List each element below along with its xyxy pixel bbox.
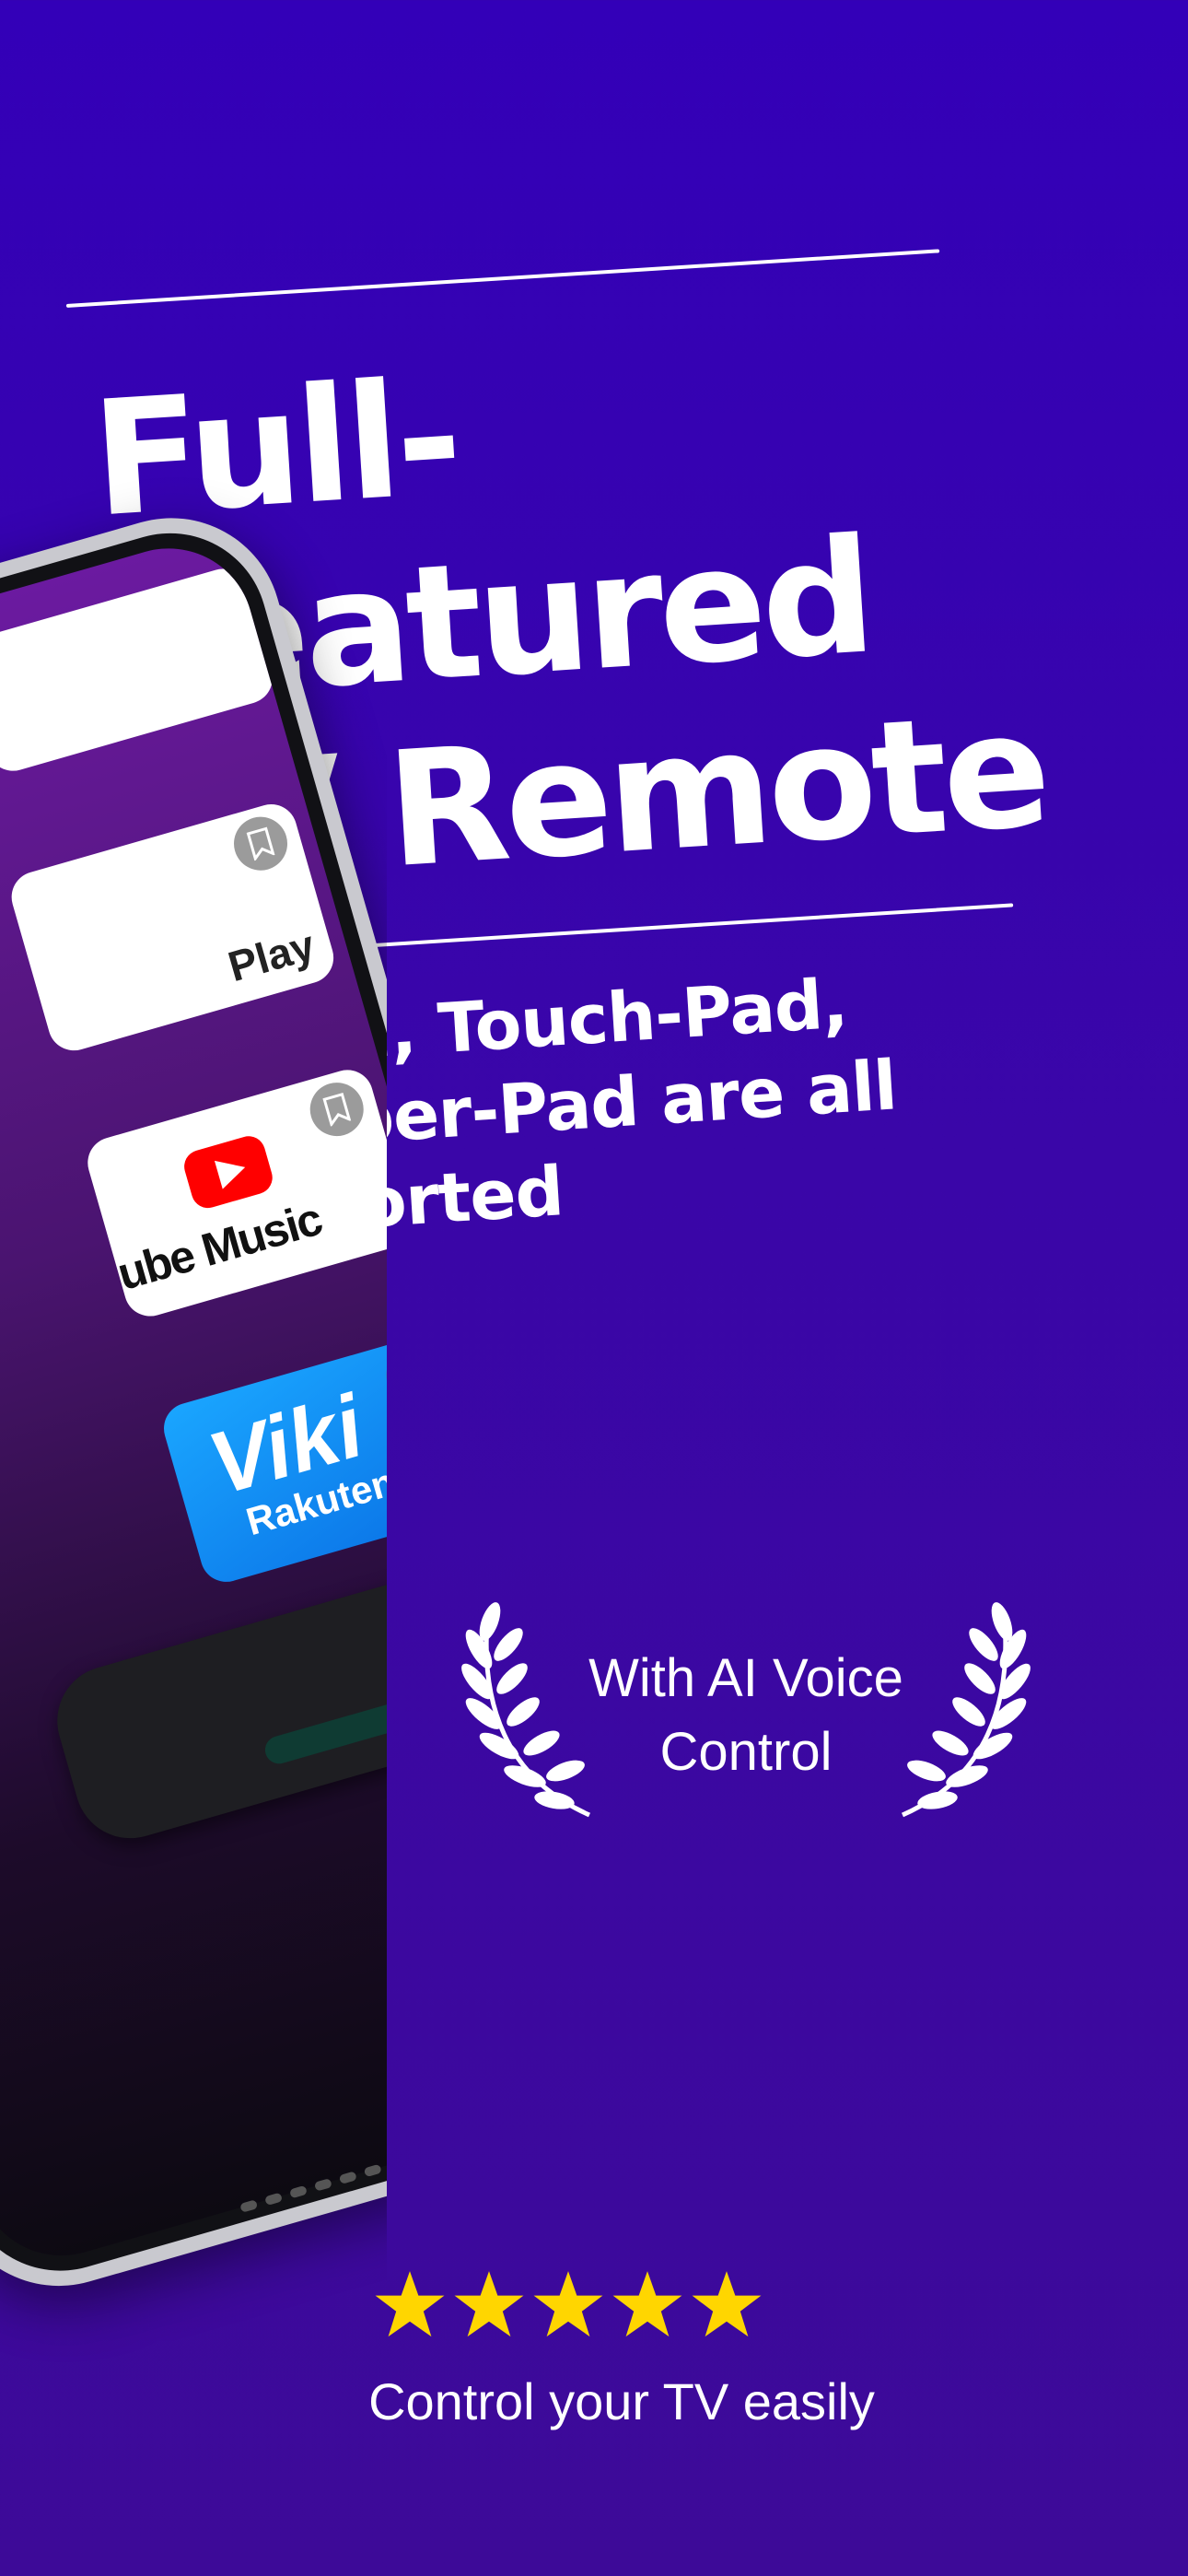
star-icon [533, 2271, 603, 2337]
app-tile-viki-rakuten[interactable]: Viki Rakuten [157, 1329, 387, 1588]
youtube-logo-icon [180, 1132, 276, 1212]
bookmark-icon[interactable] [227, 810, 294, 877]
star-icon [454, 2271, 524, 2337]
tile-label-play: Play [222, 920, 320, 991]
star-icon [692, 2271, 762, 2337]
rating-stars [373, 2268, 763, 2340]
app-tile-top[interactable] [0, 562, 279, 778]
star-icon [612, 2271, 682, 2337]
phone-bezel: Play ube Music Viki Rakuten [0, 509, 387, 2294]
tile-label-youtube-music: ube Music [111, 1192, 327, 1301]
phone-screen: Play ube Music Viki Rakuten [0, 528, 387, 2276]
dock-bar [262, 1677, 387, 1767]
bookmark-icon[interactable] [303, 1076, 370, 1142]
phone-mockup: Play ube Music Viki Rakuten [0, 491, 387, 2313]
laurel-right-icon [901, 1602, 1031, 1818]
award-badge: With AI Voice Control [451, 1594, 1041, 1833]
app-tile-youtube-music[interactable]: ube Music [81, 1063, 387, 1323]
app-tile-google-play[interactable]: Play [6, 798, 340, 1057]
remote-dock [44, 1540, 387, 1852]
phone-mockup-area: Play ube Music Viki Rakuten [0, 0, 387, 2414]
bookmark-icon[interactable] [379, 1341, 387, 1409]
